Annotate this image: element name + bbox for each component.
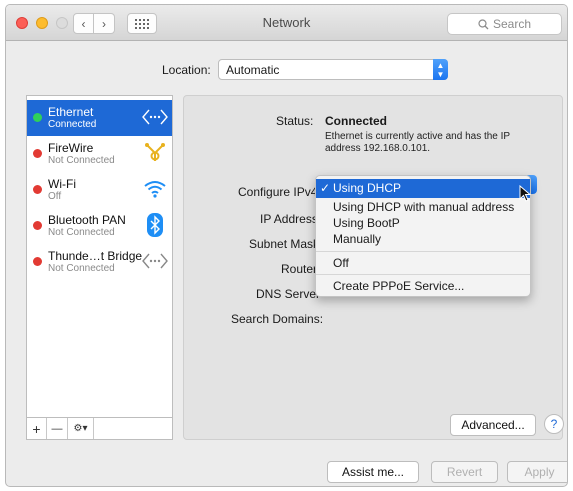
firewire-icon xyxy=(142,140,168,166)
service-item-firewire[interactable]: FireWire Not Connected xyxy=(27,136,172,172)
ip-address-label: IP Address xyxy=(260,212,318,226)
search-placeholder: Search xyxy=(492,17,532,31)
add-service-button[interactable]: + xyxy=(27,418,47,439)
menu-item-off[interactable]: Off xyxy=(316,255,530,271)
service-name: Wi-Fi xyxy=(48,177,76,191)
subnet-mask-label: Subnet Mask xyxy=(249,237,320,251)
service-status: Not Connected xyxy=(48,263,115,274)
service-item-bluetooth-pan[interactable]: Bluetooth PAN Not Connected xyxy=(27,208,172,244)
search-domains-label: Search Domains: xyxy=(231,312,324,326)
service-item-ethernet[interactable]: Ethernet Connected xyxy=(27,100,172,136)
mouse-pointer-icon xyxy=(519,185,531,202)
chevron-left-icon: ‹ xyxy=(81,16,86,31)
menu-item-label: Using DHCP xyxy=(333,181,402,195)
menu-item-dhcp-manual[interactable]: Using DHCP with manual address xyxy=(316,199,530,215)
help-icon: ? xyxy=(550,417,558,431)
assist-me-label: Assist me... xyxy=(341,465,404,479)
navigation-buttons: ‹ › xyxy=(73,13,115,34)
service-name: Bluetooth PAN xyxy=(48,213,126,227)
location-label: Location: xyxy=(162,63,211,77)
close-window-button[interactable] xyxy=(16,17,28,29)
service-list-controls: + — ⚙▾ xyxy=(26,418,173,440)
status-dot xyxy=(33,113,42,122)
status-value: Connected xyxy=(325,114,388,128)
ethernet-icon xyxy=(142,104,168,130)
status-dot xyxy=(33,221,42,230)
configure-ipv4-menu: ✓ Using DHCP Using DHCP with manual addr… xyxy=(315,175,531,297)
apply-button[interactable]: Apply xyxy=(507,461,567,483)
gear-icon: ⚙▾ xyxy=(73,423,88,434)
chevron-right-icon: › xyxy=(102,16,106,31)
service-item-thunderbolt-bridge[interactable]: Thunde…t Bridge Not Connected xyxy=(27,244,172,280)
configure-ipv4-label: Configure IPv4 xyxy=(238,185,318,199)
grid-icon xyxy=(135,18,149,29)
title-bar: ‹ › Network Search xyxy=(6,5,567,41)
menu-separator xyxy=(316,251,530,252)
service-status: Not Connected xyxy=(48,227,115,238)
status-description: Ethernet is currently active and has the… xyxy=(325,131,510,154)
action-menu-button[interactable]: ⚙▾ xyxy=(68,418,94,439)
help-button[interactable]: ? xyxy=(544,414,564,434)
assist-me-button[interactable]: Assist me... xyxy=(327,461,419,483)
location-popup[interactable]: Automatic ▲ ▼ xyxy=(218,59,448,80)
dns-server-label: DNS Server xyxy=(256,287,321,301)
status-dot xyxy=(33,185,42,194)
revert-label: Revert xyxy=(446,465,483,479)
service-status: Not Connected xyxy=(48,155,115,166)
forward-button[interactable]: › xyxy=(94,13,115,34)
back-button[interactable]: ‹ xyxy=(73,13,94,34)
status-dot xyxy=(33,257,42,266)
thunderbolt-bridge-icon xyxy=(142,248,168,274)
menu-item-label: Manually xyxy=(333,232,382,246)
network-preferences-window: ‹ › Network Search Location: Automatic ▲… xyxy=(5,4,568,487)
menu-item-label: Using DHCP with manual address xyxy=(333,200,515,214)
revert-button[interactable]: Revert xyxy=(431,461,498,483)
show-all-button[interactable] xyxy=(127,13,157,34)
advanced-button-label: Advanced... xyxy=(461,418,525,432)
service-name: Thunde…t Bridge xyxy=(48,249,143,263)
advanced-button[interactable]: Advanced... xyxy=(450,414,536,436)
menu-item-bootp[interactable]: Using BootP xyxy=(316,215,530,231)
location-value: Automatic xyxy=(226,63,280,77)
minus-icon: — xyxy=(51,422,63,435)
menu-item-create-pppoe[interactable]: Create PPPoE Service... xyxy=(316,278,530,294)
popup-arrows-icon: ▲ ▼ xyxy=(433,59,448,80)
zoom-window-button[interactable] xyxy=(56,17,68,29)
status-label: Status: xyxy=(276,114,314,128)
wifi-icon xyxy=(142,176,168,202)
menu-item-label: Off xyxy=(333,256,349,270)
service-list: Ethernet Connected FireWire Not Connecte… xyxy=(26,95,173,418)
service-status: Off xyxy=(48,191,62,202)
search-field[interactable]: Search xyxy=(447,13,562,35)
plus-icon: + xyxy=(32,420,41,437)
service-name: Ethernet xyxy=(48,105,94,119)
menu-item-label: Create PPPoE Service... xyxy=(333,279,465,293)
bluetooth-icon xyxy=(142,212,168,238)
status-dot xyxy=(33,149,42,158)
service-status: Connected xyxy=(48,119,97,130)
apply-label: Apply xyxy=(524,465,555,479)
router-label: Router xyxy=(281,262,318,276)
menu-item-label: Using BootP xyxy=(333,216,400,230)
service-item-wifi[interactable]: Wi-Fi Off xyxy=(27,172,172,208)
service-name: FireWire xyxy=(48,141,94,155)
search-icon xyxy=(478,18,489,29)
minimize-window-button[interactable] xyxy=(36,17,48,29)
menu-item-using-dhcp[interactable]: ✓ Using DHCP xyxy=(316,179,530,198)
menu-separator xyxy=(316,274,530,275)
checkmark-icon: ✓ xyxy=(320,181,331,195)
menu-item-manually[interactable]: Manually xyxy=(316,231,530,247)
remove-service-button[interactable]: — xyxy=(47,418,68,439)
